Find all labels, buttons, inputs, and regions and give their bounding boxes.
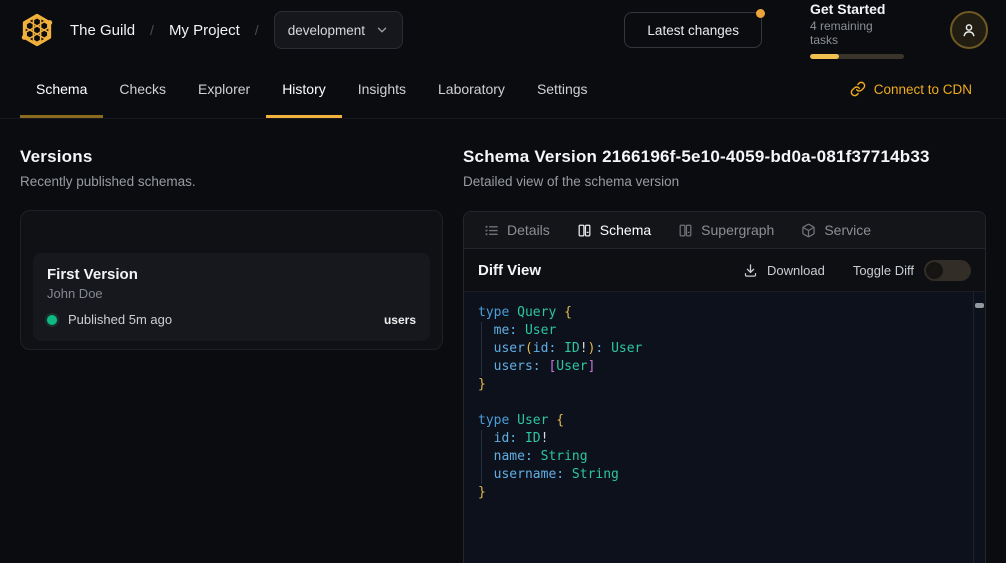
code-line: type User { — [478, 412, 961, 430]
version-name: First Version — [47, 266, 416, 283]
versions-column: Versions Recently published schemas. Fir… — [0, 119, 463, 563]
user-avatar[interactable] — [950, 11, 988, 49]
schema-version-title: Schema Version 2166196f-5e10-4059-bd0a-0… — [463, 147, 986, 167]
indent-guide — [481, 430, 482, 484]
breadcrumb-project[interactable]: My Project — [169, 22, 240, 39]
code-line: me: User — [478, 322, 961, 340]
download-icon — [743, 263, 758, 278]
environment-selector[interactable]: development — [274, 11, 403, 49]
version-service-badge: users — [384, 313, 416, 327]
version-detail-column: Schema Version 2166196f-5e10-4059-bd0a-0… — [463, 119, 1006, 563]
get-started-progress-fill — [810, 54, 839, 59]
detail-tab-label: Supergraph — [701, 222, 774, 238]
code-line: } — [478, 484, 961, 502]
download-label: Download — [767, 263, 825, 278]
split-columns-icon — [678, 223, 693, 238]
tab-laboratory[interactable]: Laboratory — [422, 60, 521, 118]
code-scrollbar[interactable] — [973, 292, 985, 563]
detail-tab-bar: Details Schema — [464, 212, 985, 249]
split-columns-icon — [577, 223, 592, 238]
notification-dot — [756, 9, 765, 18]
schema-version-subtitle: Detailed view of the schema version — [463, 174, 986, 189]
tab-checks[interactable]: Checks — [103, 60, 182, 118]
detail-tab-label: Details — [507, 222, 550, 238]
detail-tab-label: Service — [824, 222, 871, 238]
code-line: } — [478, 376, 961, 394]
version-status-row: Published 5m ago users — [47, 312, 416, 327]
main-content: Versions Recently published schemas. Fir… — [0, 119, 1006, 563]
toggle-diff-knob — [926, 262, 943, 279]
code-line: users: [User] — [478, 358, 961, 376]
environment-selector-value: development — [288, 23, 365, 38]
cube-icon — [801, 223, 816, 238]
schema-code-viewer: type Query { me: User user(id: ID!): Use… — [464, 292, 985, 563]
detail-tab-supergraph[interactable]: Supergraph — [678, 222, 774, 238]
breadcrumb-org[interactable]: The Guild — [70, 22, 135, 39]
tab-history[interactable]: History — [266, 60, 342, 118]
schema-detail-panel: Details Schema — [463, 211, 986, 563]
indent-guide — [481, 322, 482, 376]
code-line: username: String — [478, 466, 961, 484]
get-started-widget[interactable]: Get Started 4 remaining tasks — [810, 1, 904, 59]
code-line: id: ID! — [478, 430, 961, 448]
chevron-down-icon — [375, 23, 389, 37]
latest-changes-label: Latest changes — [647, 23, 739, 38]
link-icon — [850, 81, 866, 97]
published-dot-icon — [47, 315, 57, 325]
app-window: The Guild / My Project / development Lat… — [0, 0, 1006, 563]
tab-insights[interactable]: Insights — [342, 60, 422, 118]
code-scrollbar-thumb[interactable] — [975, 303, 984, 308]
diff-view-header: Diff View Download Toggle Diff — [464, 249, 985, 292]
toggle-diff-label: Toggle Diff — [853, 263, 914, 278]
breadcrumb-separator: / — [255, 22, 259, 38]
connect-to-cdn-label: Connect to CDN — [874, 82, 972, 97]
breadcrumb-separator: / — [150, 22, 154, 38]
get-started-progress-track — [810, 54, 904, 59]
version-status: Published 5m ago — [68, 312, 172, 327]
list-icon — [484, 223, 499, 238]
get-started-title: Get Started — [810, 1, 904, 17]
top-header: The Guild / My Project / development Lat… — [0, 0, 1006, 60]
connect-to-cdn-button[interactable]: Connect to CDN — [850, 60, 1006, 118]
detail-tab-details[interactable]: Details — [484, 222, 550, 238]
code-content: type Query { me: User user(id: ID!): Use… — [478, 304, 961, 502]
code-line: user(id: ID!): User — [478, 340, 961, 358]
tab-settings[interactable]: Settings — [521, 60, 604, 118]
version-author: John Doe — [47, 286, 416, 301]
code-line: name: String — [478, 448, 961, 466]
diff-view-title: Diff View — [478, 262, 541, 279]
primary-tab-bar: Schema Checks Explorer History Insights … — [0, 60, 1006, 119]
hive-logo-icon[interactable] — [18, 11, 56, 49]
versions-subtitle: Recently published schemas. — [20, 174, 443, 189]
versions-title: Versions — [20, 147, 443, 167]
code-line: type Query { — [478, 304, 961, 322]
detail-tab-schema[interactable]: Schema — [577, 222, 651, 238]
tab-schema[interactable]: Schema — [20, 60, 103, 118]
version-list-item[interactable]: First Version John Doe Published 5m ago … — [33, 253, 430, 341]
versions-list-card: First Version John Doe Published 5m ago … — [20, 210, 443, 350]
tab-explorer[interactable]: Explorer — [182, 60, 266, 118]
breadcrumb: The Guild / My Project / development — [70, 11, 403, 49]
download-button[interactable]: Download — [743, 263, 825, 278]
latest-changes-button[interactable]: Latest changes — [624, 12, 762, 48]
toggle-diff-switch[interactable] — [924, 260, 971, 281]
detail-tab-service[interactable]: Service — [801, 222, 871, 238]
person-icon — [959, 20, 979, 40]
code-line — [478, 394, 961, 412]
detail-tab-label: Schema — [600, 222, 651, 238]
get-started-remaining-tasks: 4 remaining tasks — [810, 19, 904, 47]
